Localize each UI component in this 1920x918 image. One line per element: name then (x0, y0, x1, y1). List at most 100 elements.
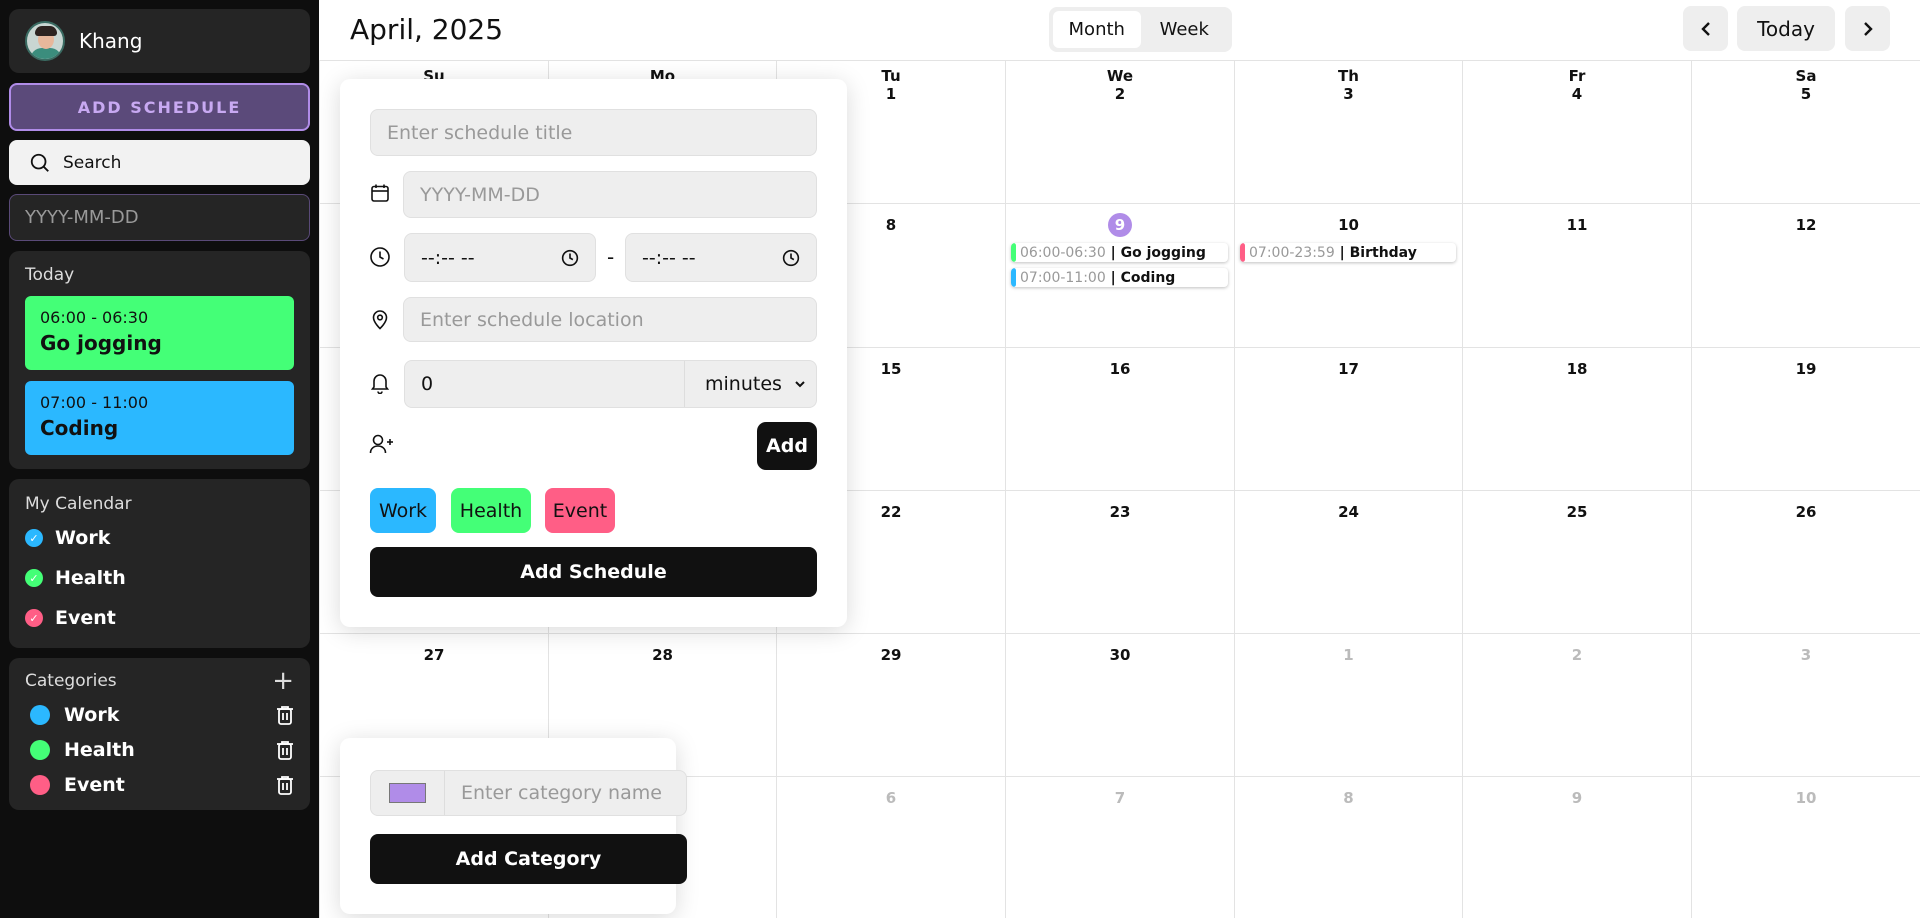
category-color-picker[interactable] (371, 771, 445, 815)
day-cell[interactable]: 30 (1005, 633, 1234, 776)
today-label: Today (25, 265, 75, 285)
reminder-unit-select[interactable]: minutes (685, 361, 816, 407)
view-week-button[interactable]: Week (1141, 11, 1229, 48)
day-number: 12 (1795, 216, 1817, 234)
checkmark-icon: ✓ (25, 529, 43, 547)
day-cell[interactable]: Sa 5 (1691, 60, 1920, 203)
today-event[interactable]: 07:00 - 11:00 Coding (25, 381, 294, 455)
today-event[interactable]: 06:00 - 06:30 Go jogging (25, 296, 294, 370)
day-cell[interactable]: We 2 (1005, 60, 1234, 203)
event-separator: | (1105, 269, 1121, 286)
start-time-value: --:-- -- (421, 246, 475, 269)
clock-icon (369, 246, 391, 268)
day-cell[interactable]: Fr 4 (1462, 60, 1691, 203)
reminder-unit-value: minutes (705, 373, 782, 395)
date-search-input[interactable]: YYYY-MM-DD (9, 194, 310, 241)
add-schedule-submit-button[interactable]: Add Schedule (370, 547, 817, 597)
day-cell[interactable]: 12 (1691, 203, 1920, 347)
chevron-left-icon (1700, 21, 1710, 36)
day-cell[interactable]: 8 (1234, 776, 1462, 918)
add-guest-button[interactable]: Add (757, 422, 817, 470)
calendar-event[interactable]: 07:00-11:00 | Coding (1011, 268, 1228, 287)
category-chip-work[interactable]: Work (370, 488, 436, 533)
end-time-input[interactable]: --:-- -- (625, 233, 817, 282)
start-time-input[interactable]: --:-- -- (404, 233, 596, 282)
day-cell[interactable]: 23 (1005, 490, 1234, 633)
add-category-submit-button[interactable]: Add Category (370, 834, 687, 884)
bell-icon (370, 372, 390, 394)
day-number: 29 (880, 646, 902, 664)
day-cell[interactable]: 9 (1462, 776, 1691, 918)
color-swatch (389, 783, 426, 803)
day-cell[interactable]: 16 (1005, 347, 1234, 490)
day-cell[interactable]: 18 (1462, 347, 1691, 490)
category-chip-health[interactable]: Health (451, 488, 531, 533)
day-number: 25 (1566, 503, 1588, 521)
schedule-date-input[interactable]: YYYY-MM-DD (403, 171, 817, 218)
view-toggle: Month Week (1049, 7, 1232, 52)
user-profile[interactable]: Khang (9, 9, 310, 73)
checkmark-icon: ✓ (25, 609, 43, 627)
calendar-icon (370, 183, 390, 203)
trash-icon[interactable] (276, 775, 294, 795)
prev-month-button[interactable] (1683, 6, 1728, 51)
category-item-event: Event (25, 767, 294, 802)
category-item-work: Work (25, 697, 294, 732)
today-button[interactable]: Today (1737, 6, 1835, 51)
day-number: 26 (1795, 503, 1817, 521)
trash-icon[interactable] (276, 740, 294, 760)
day-cell[interactable]: Th 3 (1234, 60, 1462, 203)
reminder-value-input[interactable]: 0 (405, 361, 685, 407)
user-name: Khang (79, 29, 143, 53)
categories-panel: Categories + Work Health Event (9, 658, 310, 810)
today-panel: Today 06:00 - 06:30 Go jogging 07:00 - 1… (9, 251, 310, 469)
day-number: 30 (1109, 646, 1131, 664)
day-number: 10 (1338, 216, 1359, 234)
day-cell[interactable]: 3 (1691, 633, 1920, 776)
calendar-toggle-work[interactable]: ✓ Work (25, 518, 294, 558)
sidebar: Khang ADD SCHEDULE Search YYYY-MM-DD Tod… (0, 0, 319, 918)
search-button[interactable]: Search (9, 140, 310, 185)
category-item-health: Health (25, 732, 294, 767)
view-month-button[interactable]: Month (1053, 11, 1141, 48)
category-chip-event[interactable]: Event (545, 488, 615, 533)
day-cell[interactable]: 10 (1234, 203, 1462, 347)
next-month-button[interactable] (1845, 6, 1890, 51)
day-cell[interactable]: 29 (776, 633, 1005, 776)
event-time: 06:00-06:30 (1020, 244, 1106, 261)
day-cell[interactable]: 17 (1234, 347, 1462, 490)
calendar-event[interactable]: 07:00-23:59 | Birthday (1240, 243, 1456, 262)
day-number: 27 (423, 646, 445, 664)
day-cell[interactable]: 1 (1234, 633, 1462, 776)
category-color-dot (30, 704, 50, 725)
day-cell[interactable]: 6 (776, 776, 1005, 918)
search-label: Search (63, 152, 122, 173)
trash-icon[interactable] (276, 705, 294, 725)
chevron-down-icon (795, 381, 805, 388)
day-cell[interactable]: 10 (1691, 776, 1920, 918)
day-number: 4 (1571, 85, 1583, 103)
add-category-icon[interactable]: + (272, 668, 294, 694)
calendar-toggle-event[interactable]: ✓ Event (25, 598, 294, 638)
category-color-dot (30, 739, 50, 760)
day-number: 11 (1566, 216, 1588, 234)
today-event-title: Go jogging (40, 331, 162, 355)
day-cell[interactable]: 19 (1691, 347, 1920, 490)
today-event-title: Coding (40, 416, 119, 440)
calendar-label: Work (55, 527, 111, 549)
calendar-event[interactable]: 06:00-06:30 | Go jogging (1011, 243, 1228, 262)
day-cell[interactable]: 11 (1462, 203, 1691, 347)
day-cell[interactable]: 7 (1005, 776, 1234, 918)
event-color-bar (1011, 243, 1016, 262)
day-cell[interactable]: 26 (1691, 490, 1920, 633)
schedule-location-input[interactable]: Enter schedule location (403, 297, 817, 342)
day-cell[interactable]: 2 (1462, 633, 1691, 776)
event-separator: | (1105, 244, 1121, 261)
day-cell[interactable]: 24 (1234, 490, 1462, 633)
calendar-toggle-health[interactable]: ✓ Health (25, 558, 294, 598)
day-cell[interactable]: 25 (1462, 490, 1691, 633)
schedule-title-input[interactable]: Enter schedule title (370, 109, 817, 156)
day-number: 7 (1114, 789, 1126, 807)
category-name-input[interactable]: Enter category name (445, 771, 686, 815)
add-schedule-button[interactable]: ADD SCHEDULE (9, 83, 310, 131)
